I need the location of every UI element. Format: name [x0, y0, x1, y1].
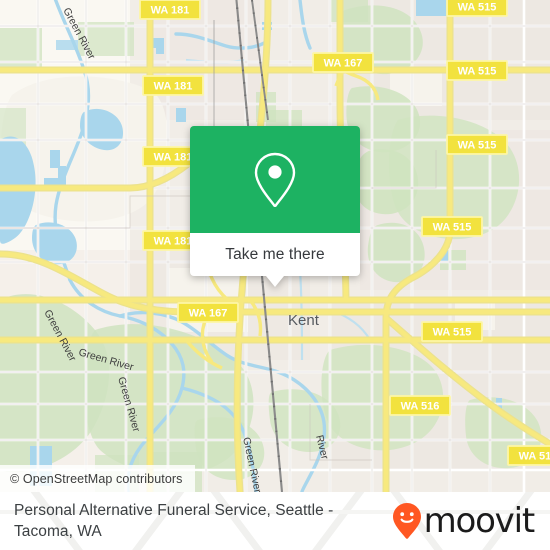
- popup-cta-area[interactable]: Take me there: [190, 233, 360, 276]
- svg-text:WA 181: WA 181: [154, 152, 193, 164]
- svg-text:WA 515: WA 515: [433, 327, 472, 339]
- svg-text:WA 516: WA 516: [401, 401, 440, 413]
- city-labels: Kent: [288, 312, 320, 329]
- svg-text:Kent: Kent: [288, 312, 320, 329]
- moovit-smiley-pin-icon: [392, 503, 421, 539]
- osm-attribution[interactable]: © OpenStreetMap contributors: [0, 465, 195, 492]
- road-shield: WA 167: [177, 302, 239, 323]
- svg-text:WA 181: WA 181: [154, 236, 193, 248]
- popup-pin-area: [190, 126, 360, 233]
- road-shield: WA 515: [421, 216, 483, 237]
- road-shield: WA 515: [446, 134, 508, 155]
- svg-text:WA 515: WA 515: [433, 222, 472, 234]
- svg-text:WA 181: WA 181: [151, 5, 190, 17]
- road-shield: WA 516: [507, 445, 550, 466]
- road-shield: WA 515: [446, 0, 508, 17]
- road-shield: WA 515: [421, 321, 483, 342]
- map-popup-card[interactable]: Take me there: [190, 126, 360, 287]
- svg-text:WA 167: WA 167: [324, 58, 363, 70]
- popup-tail-arrow: [266, 276, 284, 287]
- take-me-there-label: Take me there: [225, 245, 325, 263]
- svg-text:WA 515: WA 515: [458, 2, 497, 14]
- footer-bar: Personal Alternative Funeral Service, Se…: [0, 492, 550, 550]
- map-screenshot-root: Green River Green River Green River Gree…: [0, 0, 550, 550]
- road-shield: WA 181: [139, 0, 201, 20]
- svg-text:WA 515: WA 515: [458, 140, 497, 152]
- svg-text:WA 181: WA 181: [154, 81, 193, 93]
- svg-text:WA 515: WA 515: [458, 66, 497, 78]
- road-shield: WA 181: [142, 75, 204, 96]
- road-shield: WA 516: [389, 395, 451, 416]
- moovit-wordmark: moovit: [423, 501, 536, 541]
- map-pin-icon: [254, 152, 296, 207]
- svg-text:WA 167: WA 167: [189, 308, 228, 320]
- moovit-brand[interactable]: moovit: [392, 501, 536, 541]
- svg-text:WA 516: WA 516: [519, 451, 550, 463]
- osm-attribution-text: © OpenStreetMap contributors: [10, 471, 183, 486]
- road-shield: WA 515: [446, 60, 508, 81]
- road-shield: WA 167: [312, 52, 374, 73]
- place-title: Personal Alternative Funeral Service, Se…: [14, 502, 334, 540]
